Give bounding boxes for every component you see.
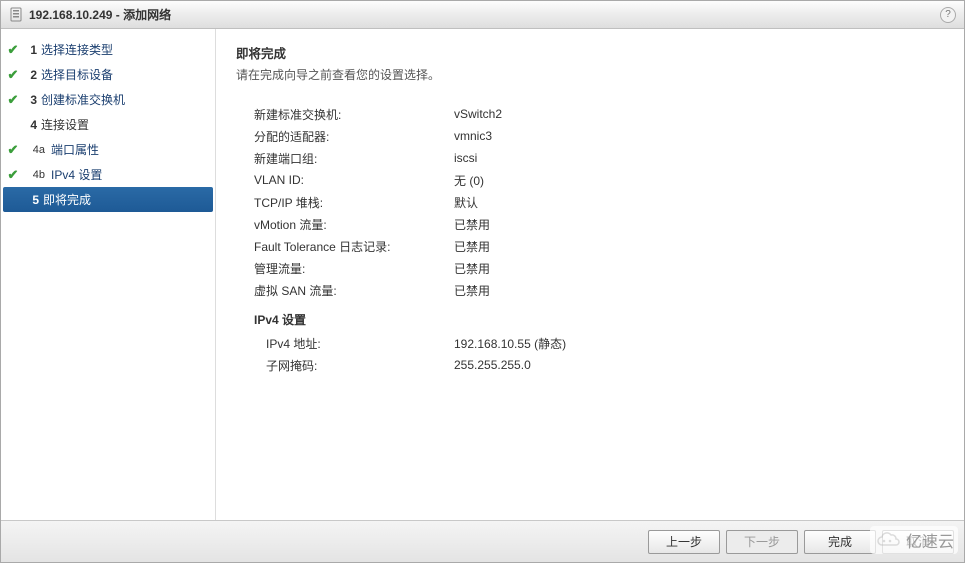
step-ready-to-complete[interactable]: ✔ 5 即将完成 <box>3 187 213 212</box>
wizard-content: 即将完成 请在完成向导之前查看您的设置选择。 新建标准交换机: vSwitch2… <box>216 29 964 520</box>
step-label: 选择目标设备 <box>41 66 211 83</box>
next-button: 下一步 <box>726 530 798 554</box>
ipv4-settings-table: IPv4 地址: 192.168.10.55 (静态) 子网掩码: 255.25… <box>254 332 944 376</box>
summary-value: 255.255.255.0 <box>454 358 531 372</box>
step-create-standard-switch[interactable]: ✔ 3 创建标准交换机 <box>1 87 215 112</box>
summary-label: vMotion 流量: <box>254 216 454 233</box>
row-vlan-id: VLAN ID: 无 (0) <box>254 169 944 191</box>
check-icon: ✔ <box>5 167 21 183</box>
content-heading: 即将完成 <box>236 43 944 62</box>
help-icon[interactable]: ? <box>940 7 956 23</box>
row-new-port-group: 新建端口组: iscsi <box>254 147 944 169</box>
summary-value: 已禁用 <box>454 238 490 255</box>
step-number: 3 <box>21 93 41 107</box>
summary-value: 默认 <box>454 194 478 211</box>
step-select-target-device[interactable]: ✔ 2 选择目标设备 <box>1 62 215 87</box>
summary-table: 新建标准交换机: vSwitch2 分配的适配器: vmnic3 新建端口组: … <box>254 103 944 301</box>
wizard-sidebar: ✔ 1 选择连接类型 ✔ 2 选择目标设备 ✔ 3 创建标准交换机 ✔ 4 连接… <box>1 29 216 520</box>
wizard-dialog: 192.168.10.249 - 添加网络 ? ✔ 1 选择连接类型 ✔ 2 选… <box>0 0 965 563</box>
summary-value: 无 (0) <box>454 172 484 189</box>
summary-value: 已禁用 <box>454 260 490 277</box>
summary-value: vmnic3 <box>454 129 492 143</box>
step-label: 端口属性 <box>49 141 211 158</box>
step-label: 创建标准交换机 <box>41 91 211 108</box>
summary-value: vSwitch2 <box>454 107 502 121</box>
summary-label: TCP/IP 堆栈: <box>254 194 454 211</box>
ipv4-section-heading: IPv4 设置 <box>254 311 944 328</box>
dialog-titlebar: 192.168.10.249 - 添加网络 ? <box>1 1 964 29</box>
row-virtual-san-traffic: 虚拟 SAN 流量: 已禁用 <box>254 279 944 301</box>
step-label: 即将完成 <box>43 191 209 208</box>
summary-value: 已禁用 <box>454 216 490 233</box>
row-tcpip-stack: TCP/IP 堆栈: 默认 <box>254 191 944 213</box>
summary-label: Fault Tolerance 日志记录: <box>254 238 454 255</box>
step-number: 2 <box>21 68 41 82</box>
step-number: 5 <box>23 193 43 207</box>
summary-label: 虚拟 SAN 流量: <box>254 282 454 299</box>
title-host-ip: 192.168.10.249 <box>29 8 112 22</box>
host-icon <box>9 7 23 23</box>
summary-label: VLAN ID: <box>254 173 454 187</box>
row-assigned-adapter: 分配的适配器: vmnic3 <box>254 125 944 147</box>
check-icon: ✔ <box>5 92 21 108</box>
summary-label: IPv4 地址: <box>254 335 454 352</box>
row-new-standard-switch: 新建标准交换机: vSwitch2 <box>254 103 944 125</box>
summary-label: 新建端口组: <box>254 150 454 167</box>
check-icon: ✔ <box>5 42 21 58</box>
dialog-title: 192.168.10.249 - 添加网络 <box>29 6 171 23</box>
cancel-button[interactable]: 取消 <box>882 530 954 554</box>
row-subnet-mask: 子网掩码: 255.255.255.0 <box>254 354 944 376</box>
summary-label: 子网掩码: <box>254 357 454 374</box>
step-label: 连接设置 <box>41 116 211 133</box>
row-management-traffic: 管理流量: 已禁用 <box>254 257 944 279</box>
step-port-properties[interactable]: ✔ 4a 端口属性 <box>1 137 215 162</box>
step-connection-settings: ✔ 4 连接设置 <box>1 112 215 137</box>
row-fault-tolerance-logging: Fault Tolerance 日志记录: 已禁用 <box>254 235 944 257</box>
step-label: IPv4 设置 <box>49 166 211 183</box>
wizard-footer: 上一步 下一步 完成 取消 <box>1 520 964 562</box>
summary-label: 管理流量: <box>254 260 454 277</box>
step-number: 4b <box>21 169 49 181</box>
step-number: 1 <box>21 43 41 57</box>
check-icon: ✔ <box>5 67 21 83</box>
step-label: 选择连接类型 <box>41 41 211 58</box>
step-number: 4a <box>21 144 49 156</box>
finish-button[interactable]: 完成 <box>804 530 876 554</box>
summary-value: 已禁用 <box>454 282 490 299</box>
summary-value: 192.168.10.55 (静态) <box>454 335 566 352</box>
title-sep: - <box>112 8 123 22</box>
step-number: 4 <box>21 118 41 132</box>
title-action: 添加网络 <box>123 8 171 22</box>
row-ipv4-address: IPv4 地址: 192.168.10.55 (静态) <box>254 332 944 354</box>
step-ipv4-settings[interactable]: ✔ 4b IPv4 设置 <box>1 162 215 187</box>
summary-label: 分配的适配器: <box>254 128 454 145</box>
step-select-connection-type[interactable]: ✔ 1 选择连接类型 <box>1 37 215 62</box>
content-subheading: 请在完成向导之前查看您的设置选择。 <box>236 66 944 83</box>
summary-value: iscsi <box>454 151 477 165</box>
back-button[interactable]: 上一步 <box>648 530 720 554</box>
row-vmotion-traffic: vMotion 流量: 已禁用 <box>254 213 944 235</box>
dialog-body: ✔ 1 选择连接类型 ✔ 2 选择目标设备 ✔ 3 创建标准交换机 ✔ 4 连接… <box>1 29 964 520</box>
check-icon: ✔ <box>5 142 21 158</box>
summary-label: 新建标准交换机: <box>254 106 454 123</box>
